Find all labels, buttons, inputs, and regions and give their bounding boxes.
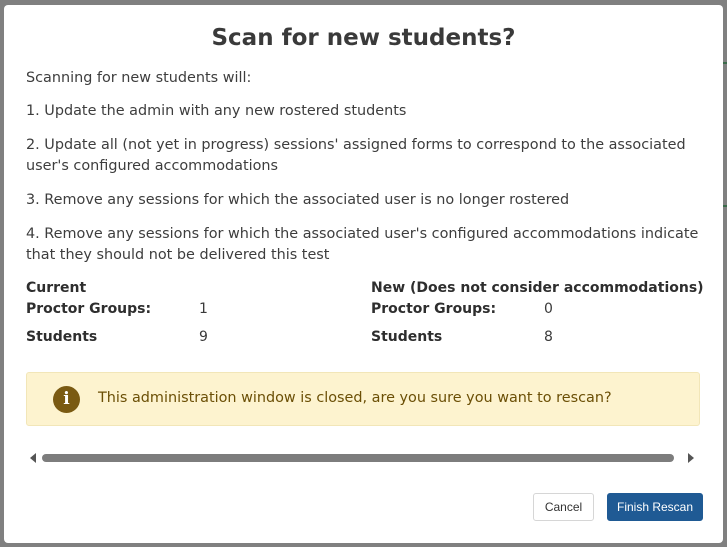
current-proctor-groups-value: 1 xyxy=(199,301,208,317)
finish-rescan-button[interactable]: Finish Rescan xyxy=(607,493,703,521)
list-item: 2. Update all (not yet in progress) sess… xyxy=(26,137,686,174)
scroll-right-arrow-icon[interactable] xyxy=(688,453,694,463)
new-students-value: 8 xyxy=(544,329,553,345)
intro-text: Scanning for new students will: xyxy=(26,70,252,86)
cancel-button[interactable]: Cancel xyxy=(533,493,594,521)
dialog-title: Scan for new students? xyxy=(211,25,516,51)
list-item: 4. Remove any sessions for which the ass… xyxy=(26,226,699,263)
scrollbar-thumb[interactable] xyxy=(42,454,674,462)
horizontal-scrollbar[interactable] xyxy=(42,453,678,463)
new-students-label: Students xyxy=(371,329,443,345)
current-students-label: Students xyxy=(26,329,98,345)
list-item: 3. Remove any sessions for which the ass… xyxy=(26,192,570,208)
scan-dialog: Scan for new students? Scanning for new … xyxy=(4,5,723,543)
current-heading: Current xyxy=(26,280,87,296)
list-item: 1. Update the admin with any new rostere… xyxy=(26,103,407,119)
warning-alert: i This administration window is closed, … xyxy=(26,372,700,426)
new-proctor-groups-label: Proctor Groups: xyxy=(371,301,497,317)
new-heading: New (Does not consider accommodations) xyxy=(371,280,704,296)
new-proctor-groups-value: 0 xyxy=(544,301,553,317)
current-students-value: 9 xyxy=(199,329,208,345)
alert-message: This administration window is closed, ar… xyxy=(98,390,612,406)
scroll-left-arrow-icon[interactable] xyxy=(30,453,36,463)
info-icon: i xyxy=(53,386,80,413)
current-proctor-groups-label: Proctor Groups: xyxy=(26,301,152,317)
